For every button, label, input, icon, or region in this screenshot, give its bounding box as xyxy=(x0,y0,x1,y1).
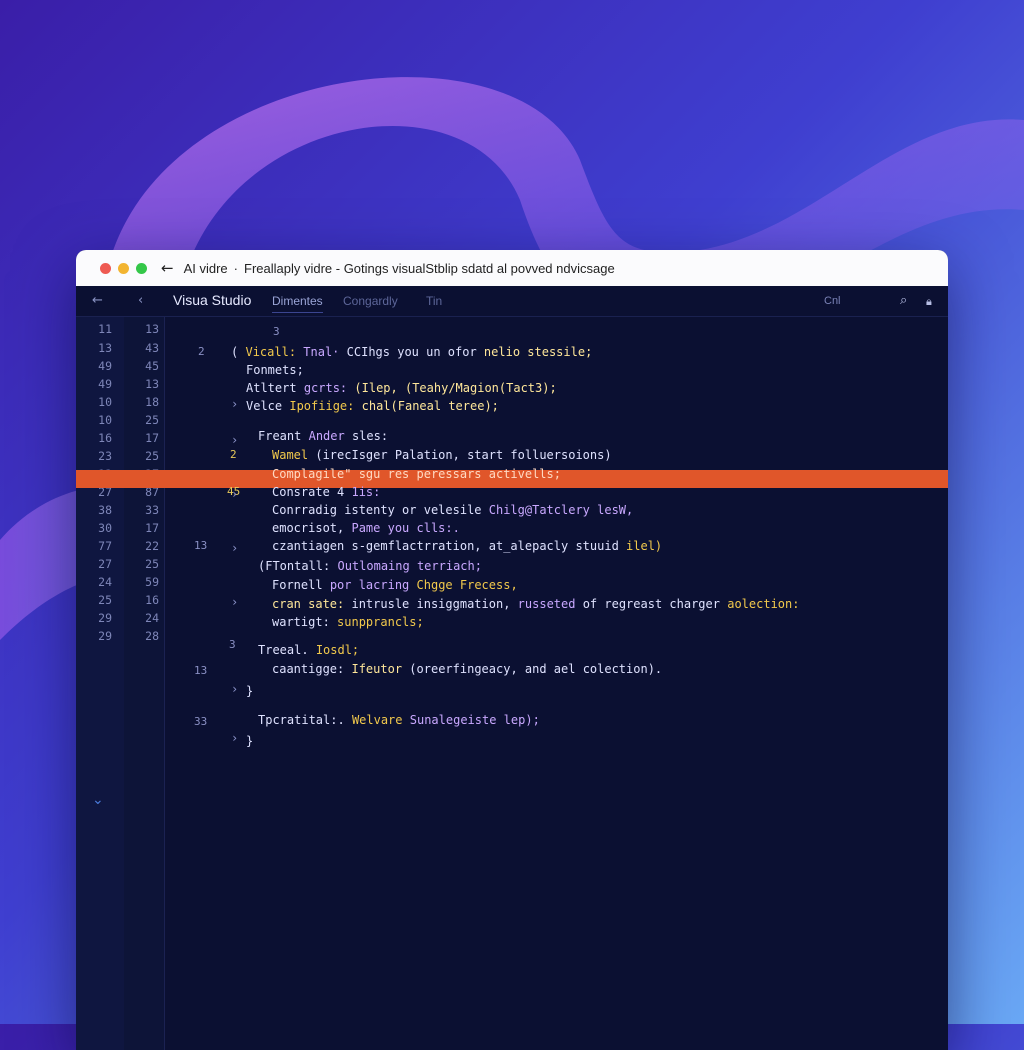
maximize-window-button[interactable] xyxy=(136,262,147,274)
line-number: 38 xyxy=(98,503,112,517)
code-line: } xyxy=(246,684,254,698)
line-number: 23 xyxy=(98,449,112,463)
line-number: 49 xyxy=(98,359,112,373)
line-number: 28 xyxy=(145,629,159,643)
code-line: Fonmets; xyxy=(246,363,304,377)
arrow-left-icon[interactable]: ← xyxy=(92,293,103,308)
inner-line-number: 2 xyxy=(198,345,205,358)
tab-dimentes[interactable]: Dimentes xyxy=(272,294,323,313)
chevron-left-icon[interactable]: ‹ xyxy=(138,293,143,308)
line-number: 29 xyxy=(98,611,112,625)
code-line: czantiagen s-gemflactrration, at_alepacl… xyxy=(272,539,663,553)
line-number: 17 xyxy=(145,431,159,445)
line-number: 25 xyxy=(145,449,159,463)
app-name: Visua Studio xyxy=(173,292,252,308)
fold-marker[interactable]: › xyxy=(231,682,238,696)
code-editor[interactable]: 3 2 2 45 13 3 13 33 › › › › › › › ( Vica… xyxy=(164,317,948,1050)
line-number: 25 xyxy=(145,557,159,571)
inner-line-number: 2 xyxy=(230,448,237,461)
title-bar: ← AI vidre · Freallaply vidre - Gotings … xyxy=(76,250,948,286)
line-number: 13 xyxy=(145,322,159,336)
minimize-window-button[interactable] xyxy=(118,262,129,274)
line-number: 30 xyxy=(98,521,112,535)
line-number: 22 xyxy=(145,539,159,553)
line-number: 17 xyxy=(145,521,159,535)
line-number-gutter-secondary: 13 43 45 13 18 25 17 25 27 87 33 17 22 2… xyxy=(124,317,165,1050)
fold-marker[interactable]: › xyxy=(231,433,238,447)
code-line: Fornell por lacring Chgge Frecess, xyxy=(272,578,518,592)
line-number: 10 xyxy=(98,395,112,409)
fold-marker[interactable]: › xyxy=(231,595,238,609)
code-line: Velce Ipofiige: chal(Faneal teree); xyxy=(246,399,499,413)
line-number: 16 xyxy=(98,431,112,445)
inner-line-number: 33 xyxy=(194,715,208,728)
fold-marker[interactable]: › xyxy=(231,541,238,555)
window-title-separator: · xyxy=(233,260,238,276)
line-number-gutter-primary: 11 13 49 49 10 10 16 23 13 27 38 30 77 2… xyxy=(76,317,125,1050)
code-line: cran sate: intrusle insiggmation, russet… xyxy=(272,597,800,611)
line-number: 33 xyxy=(145,503,159,517)
line-number: 43 xyxy=(145,341,159,355)
toolbar-right-label: Cnl xyxy=(824,295,841,307)
inner-line-number: 3 xyxy=(273,325,280,338)
editor-toolbar: ← ‹ Visua Studio Dimentes Congardly Tin … xyxy=(76,286,948,317)
inner-line-number: 13 xyxy=(194,664,208,677)
code-line: Conrradig istenty or velesile Chilg@Tatc… xyxy=(272,503,634,517)
code-line: Freant Ander sles: xyxy=(258,429,389,443)
editor-window: ← AI vidre · Freallaply vidre - Gotings … xyxy=(76,250,948,1050)
fold-marker[interactable]: › xyxy=(231,397,238,411)
code-line: Wamel (irecIsger Palation, start folluer… xyxy=(272,448,612,462)
line-number: 24 xyxy=(145,611,159,625)
line-number: 16 xyxy=(145,593,159,607)
code-line: Treeal. Iosdl; xyxy=(258,643,360,657)
code-line: (FTontall: Outlomaing terriach; xyxy=(258,559,482,573)
line-number: 13 xyxy=(98,341,112,355)
code-line: emocrisot, Pame you clls:. xyxy=(272,521,460,535)
window-title: Freallaply vidre - Gotings visualStblip … xyxy=(244,260,615,276)
code-line: Tpcratital:. Welvare Sunalegeiste lep); xyxy=(258,713,540,727)
code-line: ( Vicall: Tnal· CCIhgs you un ofor nelio… xyxy=(231,345,593,359)
fold-marker[interactable]: › xyxy=(231,487,238,501)
line-number: 24 xyxy=(98,575,112,589)
code-line: wartigt: sunpprancls; xyxy=(272,615,424,629)
line-number: 59 xyxy=(145,575,159,589)
line-number: 29 xyxy=(98,629,112,643)
line-number: 77 xyxy=(98,539,112,553)
close-window-button[interactable] xyxy=(100,262,111,274)
line-number: 18 xyxy=(145,395,159,409)
line-number: 25 xyxy=(98,593,112,607)
code-line: caantigge: Ifeutor (oreerfingeacy, and a… xyxy=(272,662,663,676)
line-number: 25 xyxy=(145,413,159,427)
line-number: 11 xyxy=(98,322,112,336)
line-number: 27 xyxy=(98,557,112,571)
arrow-left-icon[interactable]: ← xyxy=(161,259,174,277)
tab-congardly[interactable]: Congardly xyxy=(343,294,398,308)
code-line: Atltert gcrts: (Ilep, (Teahy/Magion(Tact… xyxy=(246,381,557,395)
chevron-down-icon[interactable]: ⌄ xyxy=(92,792,104,808)
search-icon[interactable]: ⌕ xyxy=(900,293,907,308)
code-line-highlighted: Complagile" sgu res peressars activells; xyxy=(272,467,561,481)
line-number: 10 xyxy=(98,413,112,427)
line-number: 13 xyxy=(145,377,159,391)
lock-icon[interactable]: 🔒︎ xyxy=(926,295,932,309)
window-app-label: AI vidre xyxy=(183,260,228,276)
line-number: 49 xyxy=(98,377,112,391)
tab-tin[interactable]: Tin xyxy=(426,294,442,308)
code-line: Consrate 4 1is: xyxy=(272,485,381,499)
line-number: 45 xyxy=(145,359,159,373)
inner-line-number: 13 xyxy=(194,539,208,552)
inner-line-number: 3 xyxy=(229,638,236,651)
code-line: } xyxy=(246,734,254,748)
fold-marker[interactable]: › xyxy=(231,731,238,745)
